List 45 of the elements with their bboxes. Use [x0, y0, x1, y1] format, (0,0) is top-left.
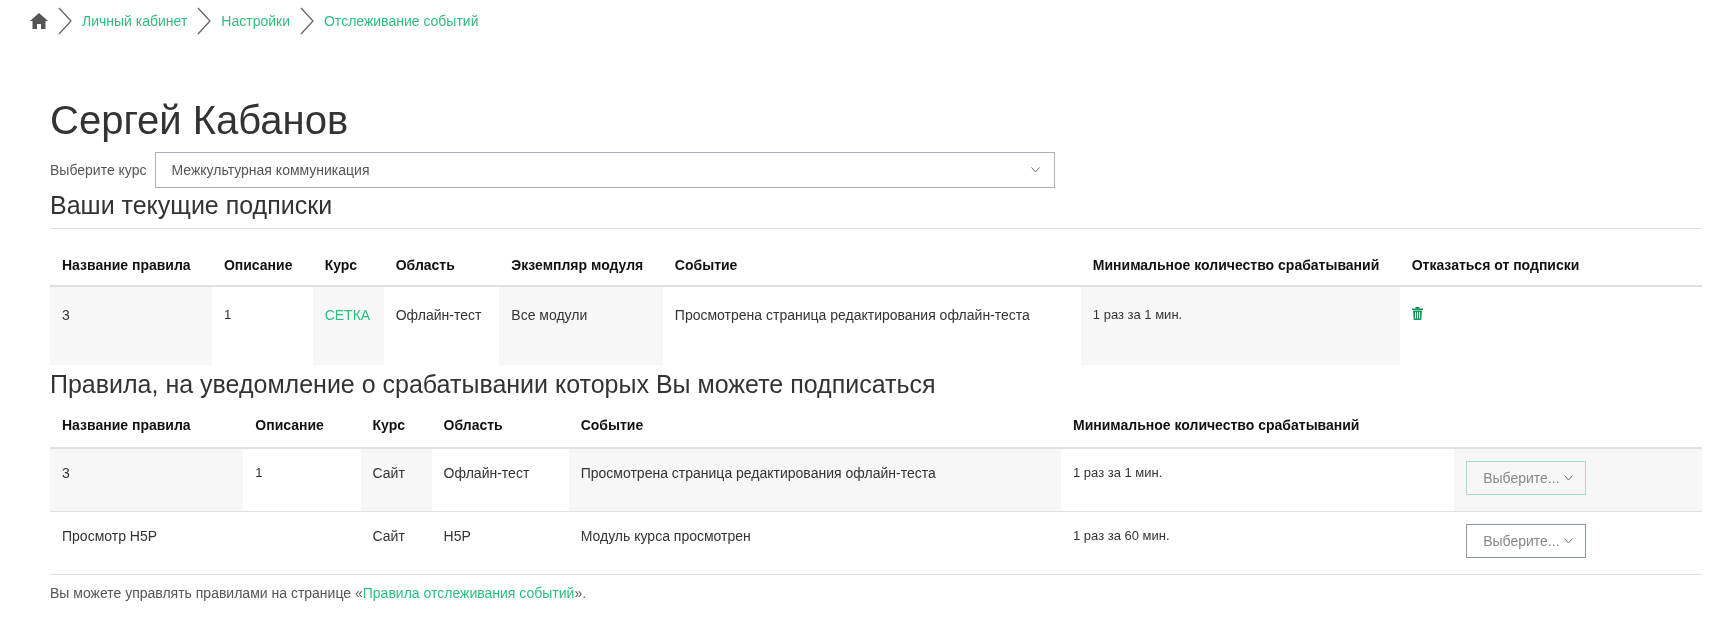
course-select[interactable]: Межкультурная коммуникация	[154, 152, 1055, 188]
column-header: Область	[431, 403, 569, 448]
table-cell: Просмотр H5P	[50, 511, 244, 575]
chevron-down-icon	[1564, 475, 1574, 481]
table-cell: Сайт	[360, 448, 432, 512]
page-title: Сергей Кабанов	[50, 97, 350, 144]
chevron-icon	[58, 7, 72, 35]
table-cell: 3	[50, 286, 212, 365]
table-cell: Сайт	[360, 511, 432, 575]
action-select[interactable]: Выберите...	[1466, 524, 1587, 558]
table-cell: Модуль курса просмотрен	[568, 511, 1061, 575]
column-header: Отказаться от подписки	[1399, 229, 1702, 286]
field-label: Выберите курс	[50, 162, 147, 178]
course-link[interactable]: СЕТКА	[324, 307, 371, 323]
chevron-down-icon	[1030, 167, 1040, 173]
footer-note: Вы можете управлять правилами на странице «Правила отслеживания событий».	[50, 585, 588, 601]
table-cell: Просмотрена страница редактирования офлайн-теста	[568, 448, 1061, 512]
table-cell: 1	[243, 448, 361, 512]
section-heading: Ваши текущие подписки	[50, 190, 334, 221]
chevron-down-icon	[1564, 538, 1574, 544]
breadcrumb-link[interactable]: Настройки	[221, 13, 290, 29]
rules-link[interactable]: Правила отслеживания событий	[362, 585, 575, 601]
table-cell: Офлайн-тест	[383, 286, 500, 365]
column-header: Область	[383, 229, 500, 286]
table-cell: 1 раз за 60 мин.	[1061, 511, 1455, 575]
chevron-icon	[197, 7, 212, 35]
trash-icon[interactable]	[1411, 307, 1423, 320]
table-cell: Офлайн-тест	[431, 448, 569, 512]
home-icon[interactable]	[30, 13, 48, 29]
action-select[interactable]: Выберите...	[1466, 461, 1587, 495]
table-cell: H5P	[431, 511, 569, 575]
breadcrumb-link[interactable]: Личный кабинет	[82, 13, 188, 29]
column-header: Событие	[662, 229, 1081, 286]
table-cell: 3	[50, 448, 244, 512]
column-header: Минимальное количество срабатываний	[1061, 403, 1455, 448]
table-cell: 1 раз за 1 мин.	[1061, 448, 1455, 512]
chevron-icon	[300, 7, 314, 35]
column-header: Описание	[243, 403, 361, 448]
breadcrumb-link[interactable]: Отслеживание событий	[324, 13, 479, 29]
table-cell: 1	[211, 286, 313, 365]
section-heading: Правила, на уведомление о срабатывании которых Вы можете подписаться	[50, 369, 937, 399]
table-cell: Просмотрена страница редактирования офлайн-теста	[662, 286, 1081, 365]
table-cell: Все модули	[499, 286, 663, 365]
table-cell: 1 раз за 1 мин.	[1080, 286, 1400, 365]
column-header: Описание	[211, 229, 313, 286]
